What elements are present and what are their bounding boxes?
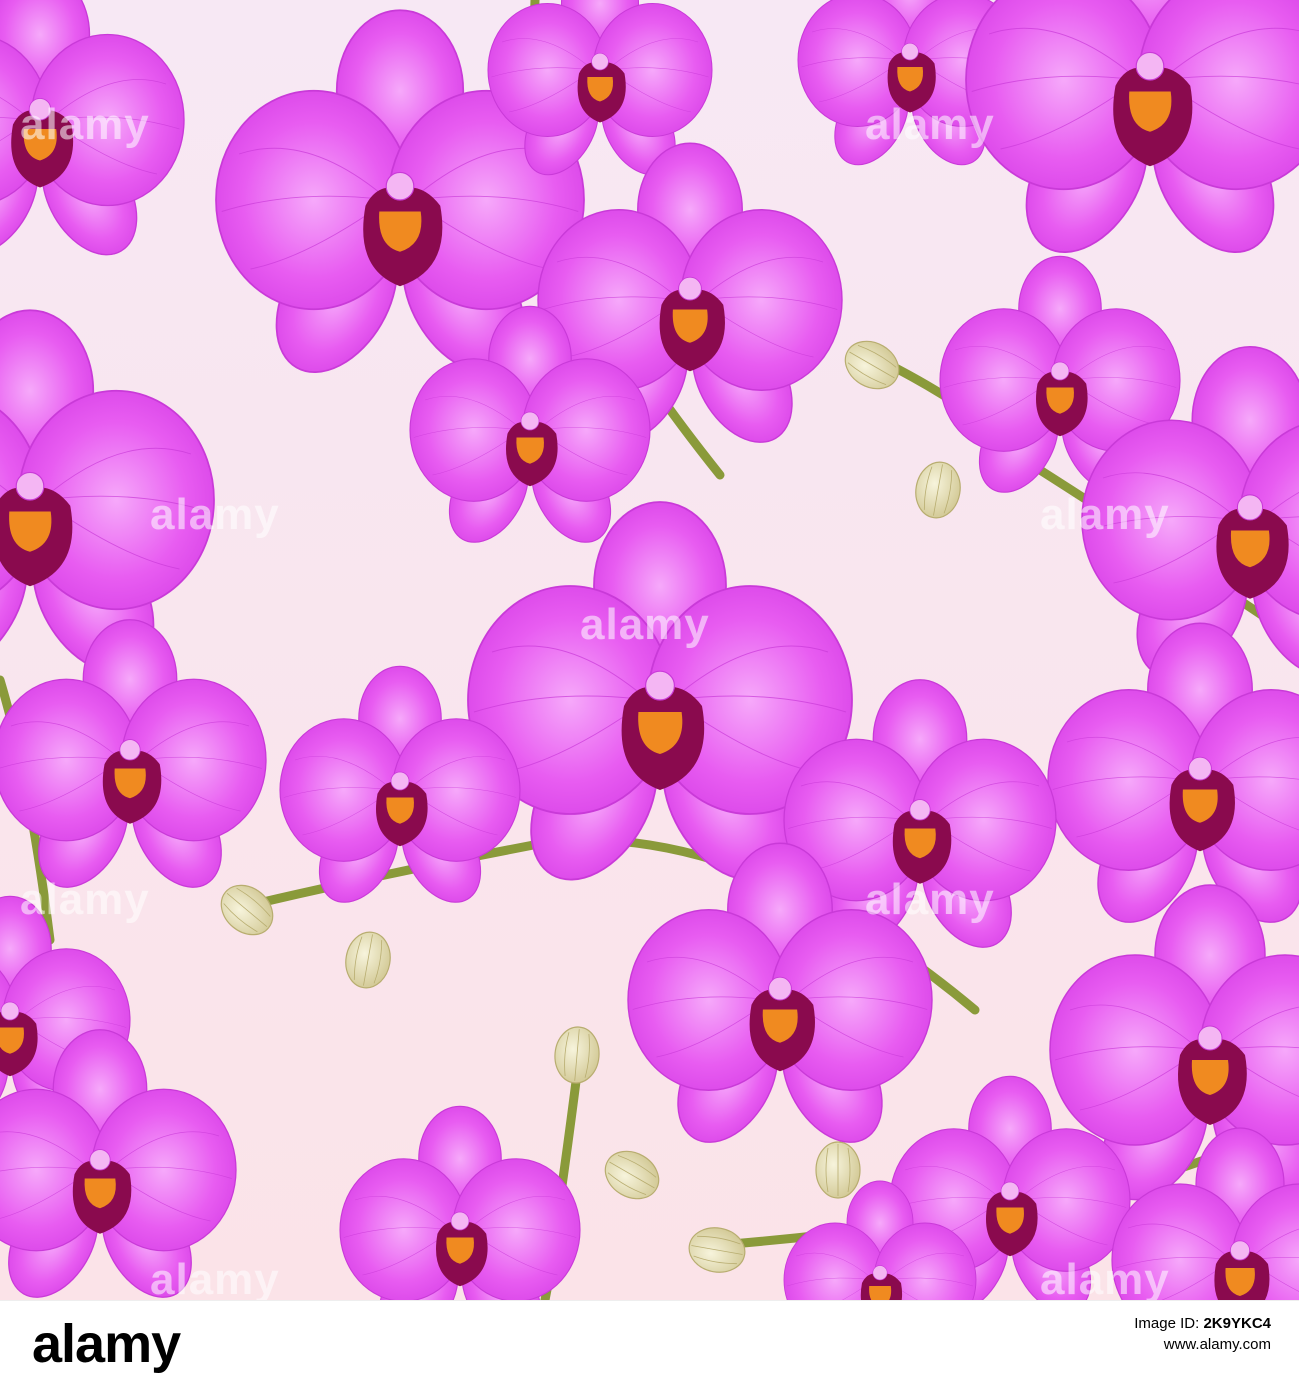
image-info: Image ID: 2K9YKC4 www.alamy.com xyxy=(1134,1315,1271,1353)
image-id-label: Image ID: xyxy=(1134,1315,1200,1332)
orchid-pattern-image xyxy=(0,0,1299,1300)
image-id-line: Image ID: 2K9YKC4 xyxy=(1134,1315,1271,1332)
image-id-value: 2K9YKC4 xyxy=(1203,1315,1271,1332)
footer-bar: alamy Image ID: 2K9YKC4 www.alamy.com xyxy=(0,1300,1299,1391)
alamy-logo[interactable]: alamy xyxy=(32,1313,181,1375)
site-url-link[interactable]: www.alamy.com xyxy=(1134,1336,1271,1353)
